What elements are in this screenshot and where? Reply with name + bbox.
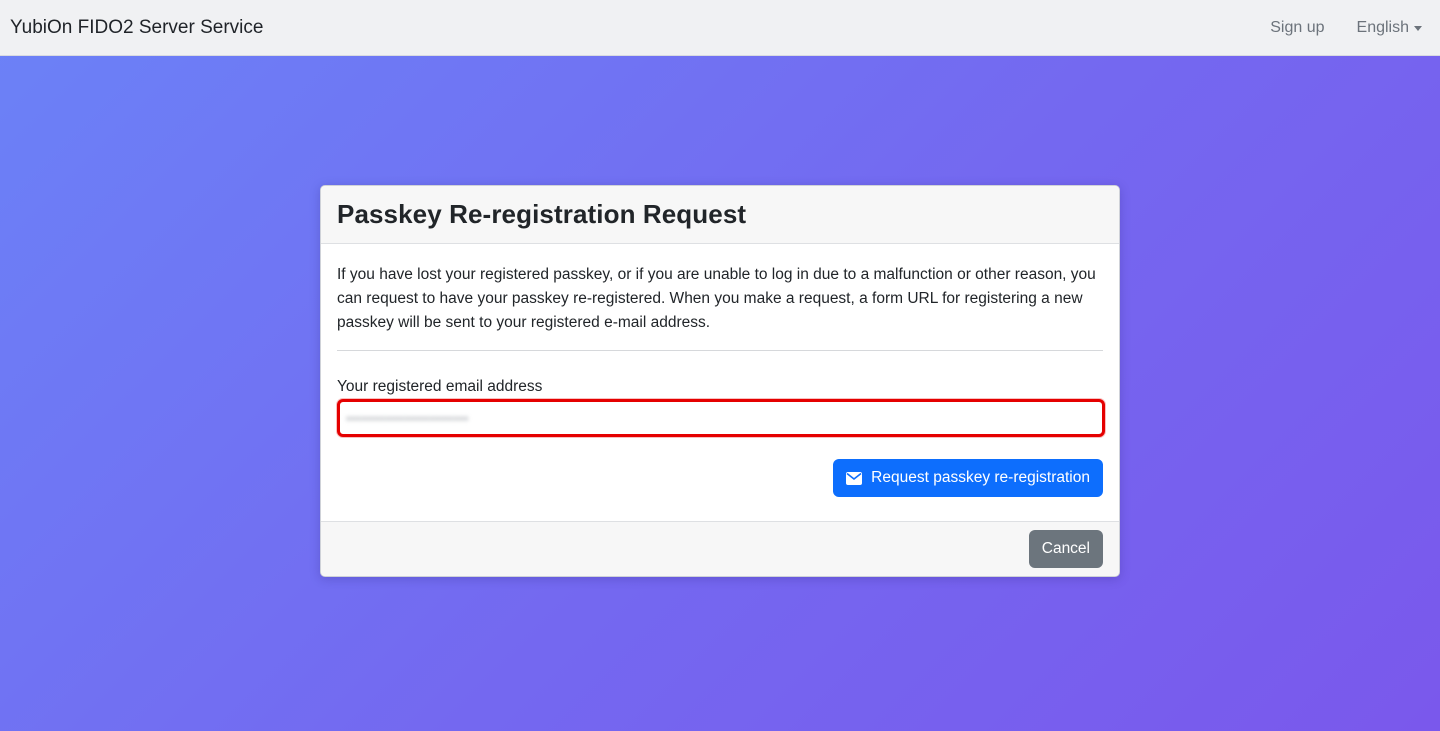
caret-down-icon <box>1414 25 1422 31</box>
reregistration-card: Passkey Re-registration Request If you h… <box>320 185 1120 577</box>
card-footer: Cancel <box>321 521 1119 576</box>
email-label: Your registered email address <box>337 378 543 395</box>
brand-title[interactable]: YubiOn FIDO2 Server Service <box>10 17 263 39</box>
navbar-right: Sign up English <box>1270 19 1422 37</box>
request-button-label: Request passkey re-registration <box>871 469 1090 486</box>
description-text: If you have lost your registered passkey… <box>337 266 1096 331</box>
request-reregistration-button[interactable]: Request passkey re-registration <box>833 459 1103 497</box>
cancel-button[interactable]: Cancel <box>1028 530 1103 568</box>
divider <box>337 350 1103 351</box>
email-field[interactable]: ••••••••••••••••••••••••• <box>337 399 1105 437</box>
signup-link[interactable]: Sign up <box>1270 19 1324 37</box>
language-dropdown[interactable]: English <box>1357 19 1422 37</box>
top-navbar: YubiOn FIDO2 Server Service Sign up Engl… <box>0 0 1440 56</box>
card-body: If you have lost your registered passkey… <box>321 244 1119 521</box>
email-value-blurred: ••••••••••••••••••••••••• <box>346 410 469 426</box>
envelope-icon <box>846 471 863 485</box>
card-header: Passkey Re-registration Request <box>321 186 1119 244</box>
language-label: English <box>1356 18 1409 36</box>
page-title: Passkey Re-registration Request <box>337 199 747 229</box>
